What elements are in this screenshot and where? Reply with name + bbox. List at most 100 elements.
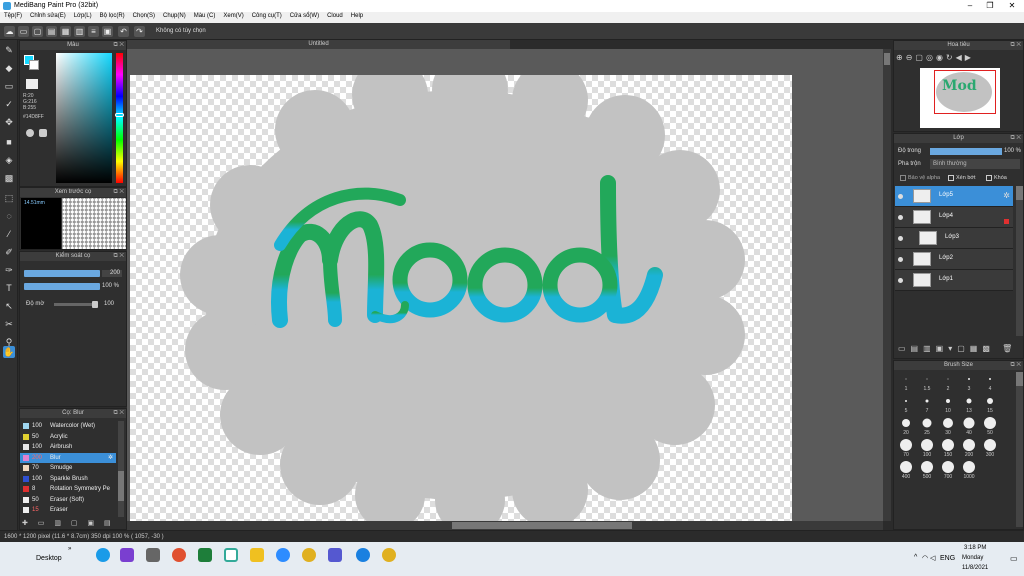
text-tool-icon[interactable]: T	[3, 282, 15, 294]
brush-size-cell[interactable]: 3	[959, 372, 979, 392]
brush-item[interactable]: 50 Eraser (Soft)	[20, 495, 116, 505]
protect-alpha-checkbox[interactable]	[900, 175, 906, 181]
hue-handle[interactable]	[115, 113, 124, 117]
brush-tool-icon[interactable]: ✎	[3, 44, 15, 56]
bucket-tool-icon[interactable]: ◈	[3, 154, 15, 166]
undo-icon[interactable]: ↶	[118, 26, 129, 37]
chrome-icon[interactable]	[302, 548, 316, 562]
canvas-vscroll[interactable]	[883, 49, 891, 521]
zalo-icon[interactable]	[356, 548, 370, 562]
brush-size-cell[interactable]: 300	[980, 438, 1000, 458]
clock-time[interactable]: 3:18 PM	[964, 545, 986, 551]
blend-select[interactable]: Bình thường	[930, 159, 1020, 169]
gear-icon[interactable]: ✲	[108, 453, 113, 463]
brush-size-cell[interactable]: 1000	[959, 460, 979, 480]
brush-size-cell[interactable]: 400	[896, 460, 916, 480]
brush-size-cell[interactable]: 700	[938, 460, 958, 480]
hue-slider[interactable]	[116, 53, 123, 183]
eye-icon[interactable]	[898, 257, 903, 262]
maximize-button[interactable]: ❐	[980, 1, 1000, 10]
transparent-swatch[interactable]	[26, 79, 38, 89]
brush-item[interactable]: 70 Smudge	[20, 463, 116, 473]
brush-item[interactable]: 50 Acrylic	[20, 432, 116, 442]
lock-checkbox[interactable]	[986, 175, 992, 181]
menu-layer[interactable]: Lớp(L)	[70, 12, 96, 20]
brush-size-cell[interactable]: 20	[896, 416, 916, 436]
layer-actions[interactable]: ▭▤▥▣▾▢▦▩ 🗑	[898, 344, 1022, 356]
smooth-handle[interactable]	[92, 301, 98, 308]
brush-size-cell[interactable]: 70	[896, 438, 916, 458]
navigator-zoom-buttons[interactable]: ⊕⊖▢◎◉↻◀▶	[896, 53, 1022, 65]
cloud-icon[interactable]: ☁	[4, 26, 15, 37]
divide-tool-icon[interactable]: ✂	[3, 318, 15, 330]
wifi-app-icon[interactable]	[172, 548, 186, 562]
brush-size-value[interactable]: 200	[102, 270, 122, 277]
brush-item-selected[interactable]: 200 Blur ✲	[20, 452, 116, 463]
app-icon[interactable]	[120, 548, 134, 562]
brush-item[interactable]: 100 Airbrush	[20, 442, 116, 452]
app-icon[interactable]	[146, 548, 160, 562]
gear-icon[interactable]: ✲	[1003, 191, 1010, 200]
brush-size-cell[interactable]: 200	[959, 438, 979, 458]
lasso-tool-icon[interactable]: ◌	[3, 210, 15, 222]
clip-checkbox[interactable]	[948, 175, 954, 181]
panel-menu-icon[interactable]: ⧉ ✕	[113, 409, 124, 418]
panel-menu-icon[interactable]: ⧉ ✕	[1010, 134, 1021, 143]
secondary-color-swatch[interactable]	[29, 60, 39, 70]
desktop-label[interactable]: Desktop	[36, 555, 62, 562]
layer-row[interactable]: Lớp3	[895, 228, 1013, 249]
brush-item[interactable]: 8 Rotation Symmetry Pe	[20, 484, 116, 494]
language-indicator[interactable]: ENG	[940, 555, 955, 562]
panel-menu-icon[interactable]: ⧉ ✕	[113, 41, 124, 50]
fill-rect-icon[interactable]: ■	[3, 136, 15, 148]
chrome-icon[interactable]	[382, 548, 396, 562]
magic-wand-icon[interactable]: ⁄	[3, 228, 15, 240]
document-canvas[interactable]: Mod	[130, 75, 792, 521]
select-pen-icon[interactable]: ✐	[3, 246, 15, 258]
menu-tools[interactable]: Công cụ(T)	[248, 12, 286, 20]
menu-file[interactable]: Tệp(F)	[0, 12, 26, 20]
wifi-icon[interactable]: ◠	[922, 554, 928, 562]
teams-icon[interactable]	[328, 548, 342, 562]
layer-row[interactable]: Lớp4	[895, 207, 1013, 228]
brush-size-scrollbar[interactable]	[1016, 372, 1023, 527]
menu-help[interactable]: Help	[347, 12, 367, 20]
eye-icon[interactable]	[898, 194, 903, 199]
canvas-hscroll[interactable]	[127, 521, 883, 530]
gradient-tool-icon[interactable]: ▩	[3, 172, 15, 184]
brush-size-cell[interactable]: 10	[938, 394, 958, 414]
menu-view[interactable]: Xem(V)	[219, 12, 247, 20]
save-icon[interactable]: ▦	[60, 26, 71, 37]
skype-icon[interactable]	[96, 548, 110, 562]
brush-list-actions[interactable]: ✚ ▭ ▥ ▢ ▣ ▤	[22, 519, 126, 529]
menu-color[interactable]: Màu (C)	[190, 12, 220, 20]
layer-row[interactable]: Lớp2	[895, 249, 1013, 270]
eye-icon[interactable]	[898, 215, 903, 220]
move-tool-icon[interactable]: ✥	[3, 116, 15, 128]
layers-scrollbar[interactable]	[1016, 186, 1023, 336]
grid-icon[interactable]: ▥	[74, 26, 85, 37]
clock-date[interactable]: 11/8/2021	[962, 565, 988, 571]
brush-opacity-slider[interactable]	[24, 283, 100, 290]
hand-tool-icon[interactable]: ✋	[3, 346, 15, 358]
brush-size-cell[interactable]: 4	[980, 372, 1000, 392]
menu-filter[interactable]: Bộ lọc(R)	[96, 12, 129, 20]
brush-size-cell[interactable]: 30	[938, 416, 958, 436]
navigator-thumbnail[interactable]: Mod	[920, 68, 1000, 128]
new-file-icon[interactable]: ▭	[18, 26, 29, 37]
chevron-icon[interactable]: »	[68, 546, 71, 552]
brush-size-cell[interactable]: 15	[980, 394, 1000, 414]
brush-size-cell[interactable]: 150	[938, 438, 958, 458]
menu-window[interactable]: Cửa sổ(W)	[286, 12, 323, 20]
panel-menu-icon[interactable]: ⧉ ✕	[1010, 361, 1021, 370]
select-eraser-icon[interactable]: ✑	[3, 264, 15, 276]
open-icon[interactable]: ▢	[32, 26, 43, 37]
minimize-button[interactable]: –	[960, 1, 980, 10]
menu-edit[interactable]: Chỉnh sửa(E)	[26, 12, 70, 20]
brush-size-cell[interactable]: 50	[980, 416, 1000, 436]
brush-size-cell[interactable]: 1.5	[917, 372, 937, 392]
layer-opacity-slider[interactable]	[930, 148, 1002, 155]
panel-menu-icon[interactable]: ⧉ ✕	[113, 188, 124, 197]
brush-item[interactable]: 100 Watercolor (Wet)	[20, 421, 116, 431]
menu-snap[interactable]: Chụp(N)	[159, 12, 190, 20]
